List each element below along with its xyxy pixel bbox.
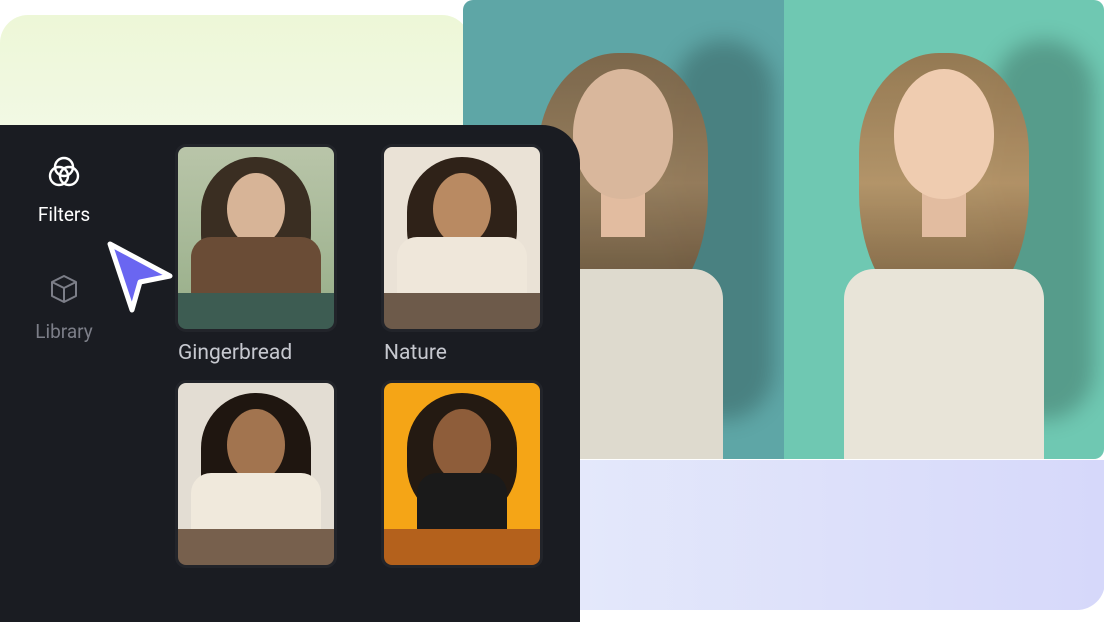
filter-label: Gingerbread xyxy=(178,341,334,365)
filter-item-nature[interactable]: Nature xyxy=(384,147,540,365)
filter-swatch xyxy=(178,293,334,329)
filter-item-4[interactable] xyxy=(384,383,540,577)
filter-item-gingerbread[interactable]: Gingerbread xyxy=(178,147,334,365)
sidebar-item-library[interactable]: Library xyxy=(35,270,93,343)
filter-swatch xyxy=(178,529,334,565)
sidebar-item-label: Filters xyxy=(38,203,90,226)
preview-after xyxy=(784,0,1104,459)
library-icon xyxy=(44,270,84,310)
sidebar: Filters Library xyxy=(0,125,128,622)
decorative-bg-top xyxy=(0,15,470,135)
filter-item-3[interactable] xyxy=(178,383,334,577)
filter-label: Nature xyxy=(384,341,540,365)
filter-swatch xyxy=(384,529,540,565)
filters-icon xyxy=(44,153,84,193)
filter-thumbnail xyxy=(178,383,334,565)
filter-thumbnail xyxy=(384,383,540,565)
filter-thumbnail xyxy=(384,147,540,329)
sidebar-item-filters[interactable]: Filters xyxy=(38,153,90,226)
filter-grid: Gingerbread Nature xyxy=(128,125,580,622)
sidebar-item-label: Library xyxy=(35,320,93,343)
filters-panel: Filters Library Gingerbread xyxy=(0,125,580,622)
filter-swatch xyxy=(384,293,540,329)
filter-thumbnail xyxy=(178,147,334,329)
